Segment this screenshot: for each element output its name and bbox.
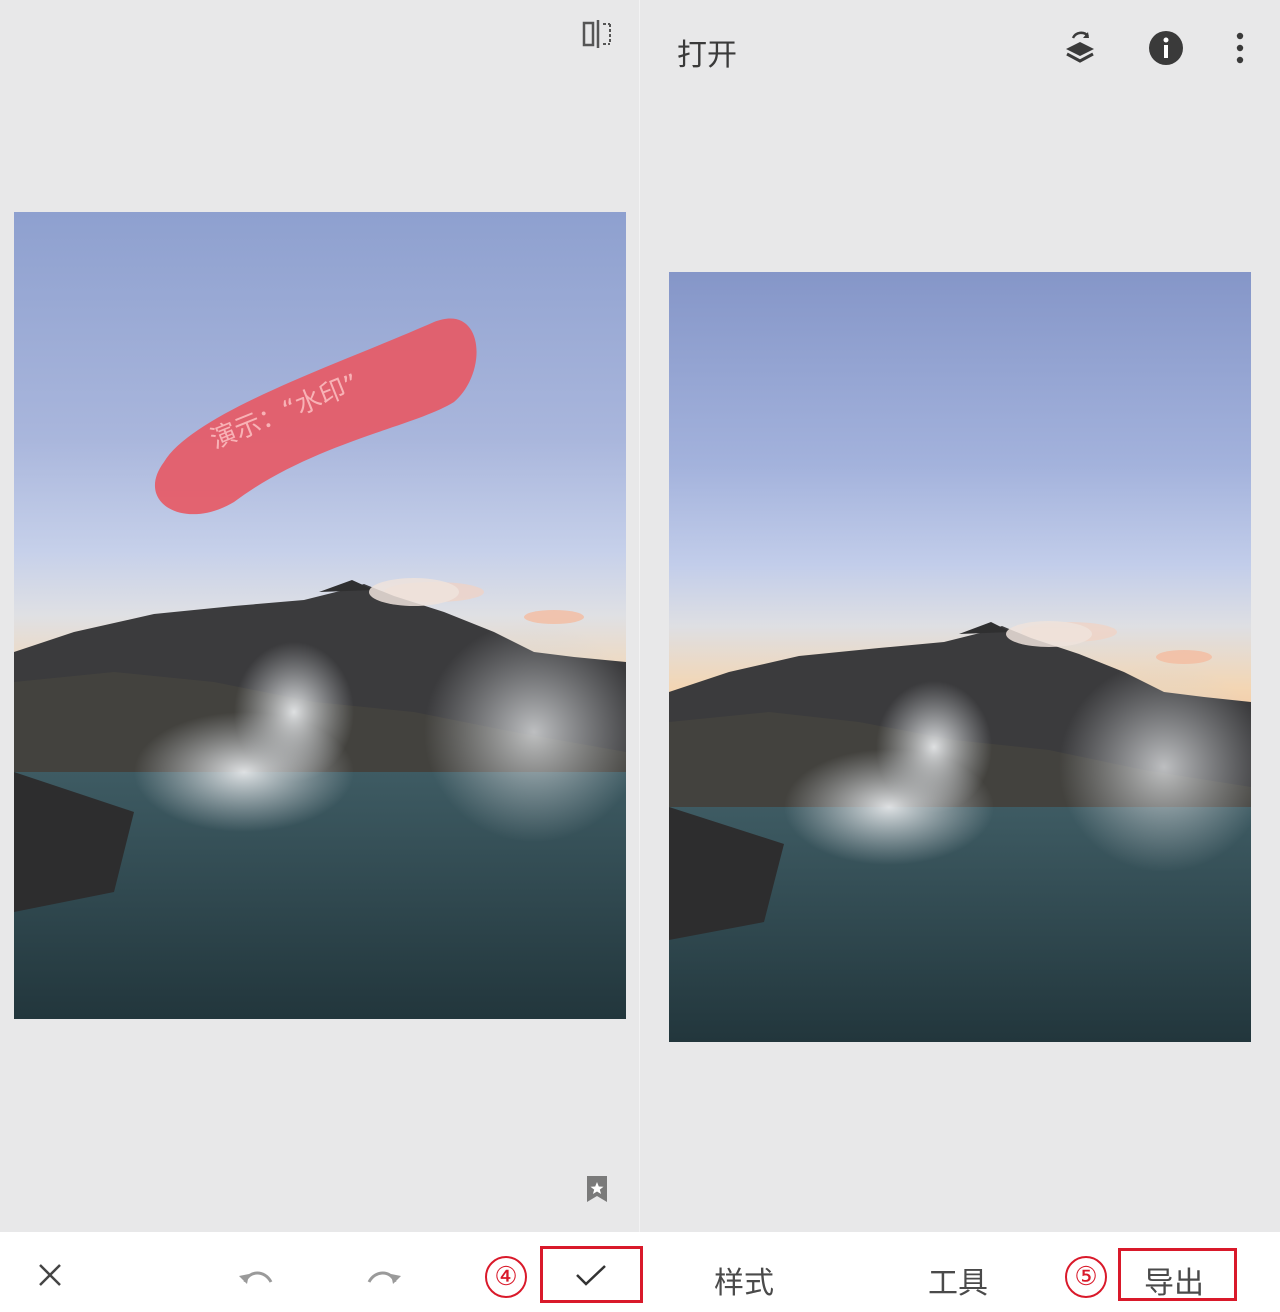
info-icon[interactable] [1144, 26, 1188, 70]
step-four-marker: ④ [485, 1256, 527, 1298]
redo-icon[interactable] [362, 1258, 406, 1294]
tab-tools[interactable]: 工具 [928, 1258, 988, 1302]
checkmark-icon[interactable] [560, 1256, 622, 1294]
layers-icon[interactable] [1058, 26, 1102, 70]
bookmark-star-icon[interactable] [582, 1172, 612, 1206]
edited-photo[interactable]: 演示：“水印” [14, 212, 626, 1019]
more-vert-icon[interactable] [1228, 28, 1252, 68]
close-icon[interactable] [30, 1255, 70, 1295]
open-button[interactable]: 打开 [677, 30, 737, 74]
tab-styles[interactable]: 样式 [714, 1258, 774, 1302]
step-five-marker: ⑤ [1065, 1256, 1107, 1298]
result-photo[interactable] [669, 272, 1251, 1042]
export-button[interactable]: 导出 [1144, 1258, 1204, 1302]
left-editor-panel: 演示：“水印” [0, 0, 640, 1312]
undo-icon[interactable] [234, 1258, 278, 1294]
compare-icon[interactable] [578, 16, 618, 52]
